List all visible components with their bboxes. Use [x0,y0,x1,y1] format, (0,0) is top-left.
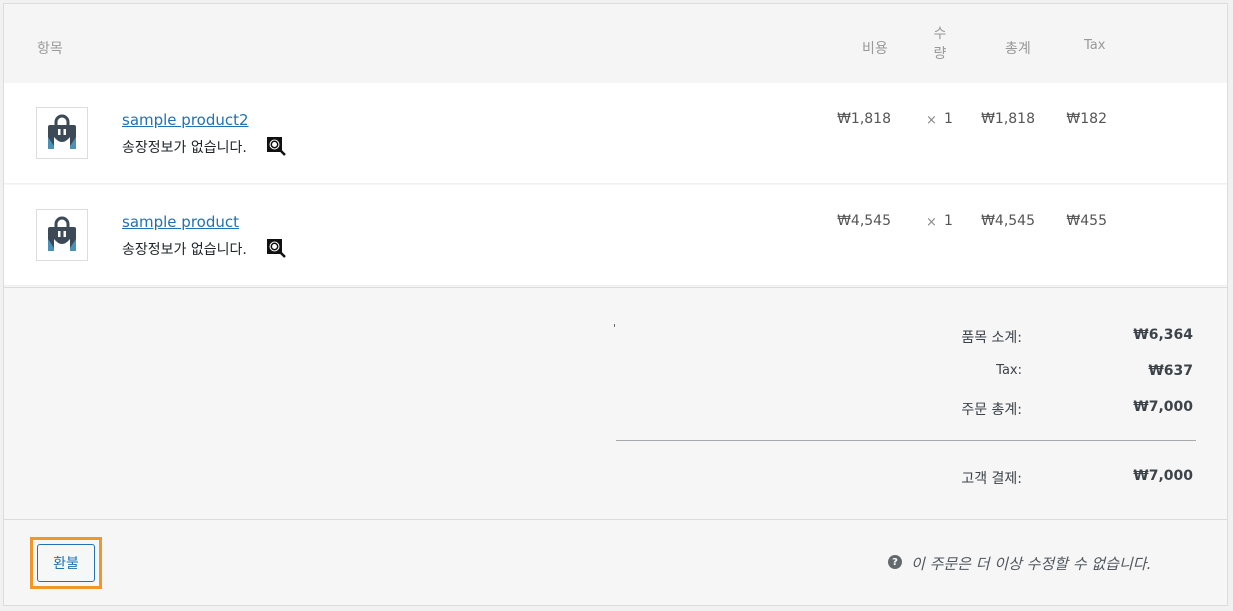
item-cost: ₩1,818 [837,111,891,127]
tax-label: Tax: [996,363,1022,378]
item-qty: 1 [944,213,953,229]
order-items-panel: 항목 비용 수량 총계 Tax sample product2 송장정보가 없습… [3,3,1228,606]
subtotal-value: ₩6,364 [1133,327,1193,343]
table-row: sample product2 송장정보가 없습니다. ₩1,818 × 1 ₩… [4,83,1227,184]
qty-multiplier: × [926,215,937,230]
paid-label: 고객 결제: [961,471,1022,487]
stray-mark: ' [613,322,617,335]
totals-divider [4,287,1227,288]
header-item: 항목 [37,41,63,57]
header-cost: 비용 [862,41,888,57]
header-qty-line1: 수 [933,26,947,42]
search-receipt-icon[interactable] [266,136,286,160]
invoice-note: 송장정보가 없습니다. [122,242,247,258]
header-tax: Tax [1084,38,1106,53]
refund-button-highlight: 환불 [30,537,102,589]
product-thumbnail[interactable] [36,107,88,159]
shopping-bag-icon [48,216,76,251]
header-qty: 수량 [928,24,952,64]
invoice-note: 송장정보가 없습니다. [122,140,247,156]
item-total: ₩1,818 [981,111,1035,127]
items-table-header: 항목 비용 수량 총계 Tax [4,4,1227,83]
header-qty-line2: 량 [933,46,947,62]
footer-divider [4,519,1227,520]
header-total: 총계 [1005,41,1031,57]
totals-rule [616,440,1196,441]
tax-value: ₩637 [1148,363,1193,379]
order-total-value: ₩7,000 [1133,399,1193,415]
paid-value: ₩7,000 [1133,468,1193,484]
item-tax: ₩182 [1066,111,1107,127]
product-name-link[interactable]: sample product2 [122,111,249,129]
order-total-label: 주문 총계: [961,402,1022,418]
item-tax: ₩455 [1066,213,1107,229]
refund-button[interactable]: 환불 [37,544,95,582]
qty-multiplier: × [926,113,937,128]
product-thumbnail[interactable] [36,209,88,261]
product-name-link[interactable]: sample product [122,213,239,231]
search-receipt-icon[interactable] [266,238,286,262]
shopping-bag-icon [48,114,76,149]
item-total: ₩4,545 [981,213,1035,229]
subtotal-label: 품목 소계: [961,330,1022,346]
item-qty: 1 [944,111,953,127]
table-row: sample product 송장정보가 없습니다. ₩4,545 × 1 ₩4… [4,185,1227,286]
order-locked-notice: 이 주문은 더 이상 수정할 수 없습니다. [911,555,1152,573]
item-cost: ₩4,545 [837,213,891,229]
question-circle-icon[interactable]: ? [888,555,902,569]
